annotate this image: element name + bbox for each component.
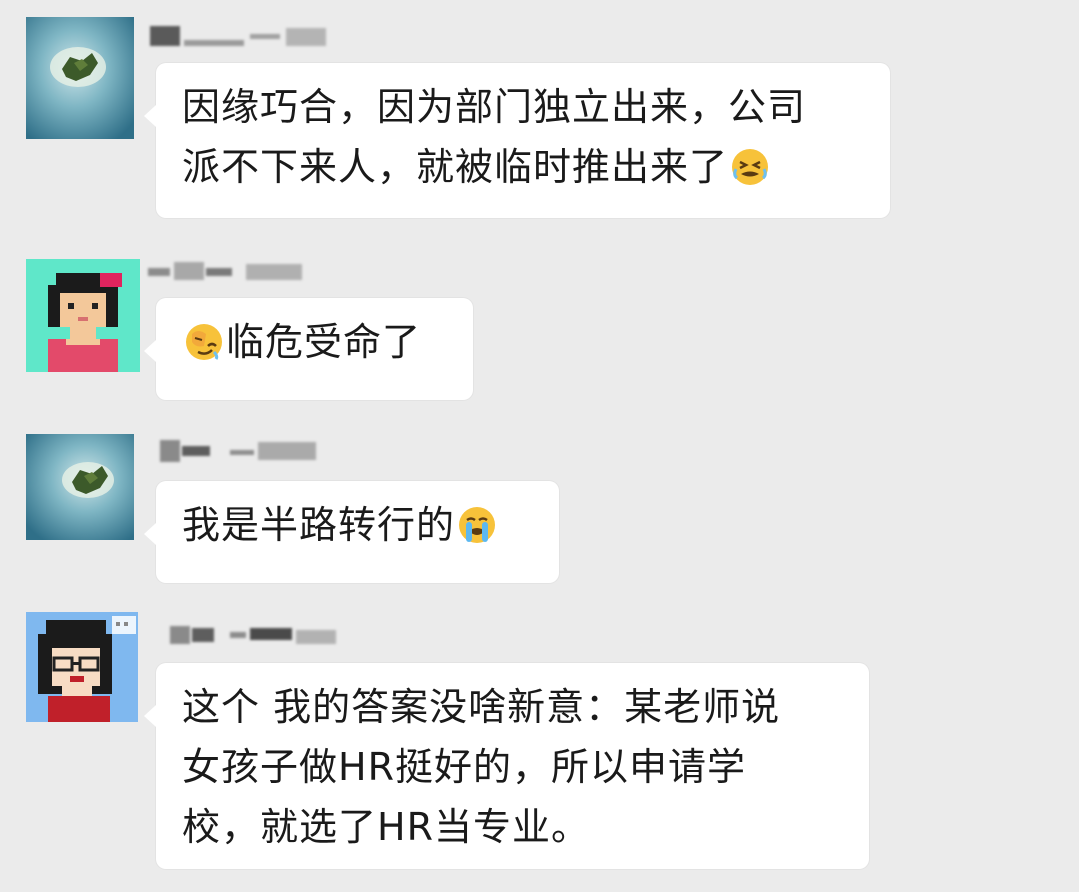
island-avatar[interactable] [26, 17, 134, 139]
message-text-line: 我是半路转行的 [182, 495, 533, 555]
message-text-line: 校，就选了HR当专业。 [182, 805, 590, 849]
facepalm-emoji [184, 322, 224, 362]
glasses-girl-avatar[interactable] [26, 612, 138, 722]
message-bubble[interactable]: 我是半路转行的 [144, 481, 559, 583]
message-text-line: 这个 我的答案没啥新意：某老师说 [182, 685, 781, 729]
message-text-line: 临危受命了 [182, 312, 447, 372]
island-avatar[interactable] [26, 434, 134, 540]
chat-area: 因缘巧合，因为部门独立出来，公司 派不下来人，就被临时推出来了 临危受命了 我是… [0, 0, 1079, 892]
message-text-line: 因缘巧合，因为部门独立出来，公司 [182, 85, 807, 129]
crying-emoji [457, 505, 497, 545]
sender-name-redacted [150, 26, 330, 48]
sender-name-redacted [160, 440, 320, 462]
sender-name-redacted [148, 262, 306, 284]
grimace-emoji [730, 147, 770, 187]
message-bubble[interactable]: 这个 我的答案没啥新意：某老师说 女孩子做HR挺好的，所以申请学 校，就选了HR… [144, 663, 869, 869]
sender-name-redacted [170, 624, 340, 646]
girl-avatar[interactable] [26, 259, 140, 372]
message-text-line: 女孩子做HR挺好的，所以申请学 [182, 745, 746, 789]
message-bubble[interactable]: 临危受命了 [144, 298, 473, 400]
message-bubble[interactable]: 因缘巧合，因为部门独立出来，公司 派不下来人，就被临时推出来了 [144, 63, 890, 218]
message-text-line: 派不下来人，就被临时推出来了 [182, 137, 864, 197]
